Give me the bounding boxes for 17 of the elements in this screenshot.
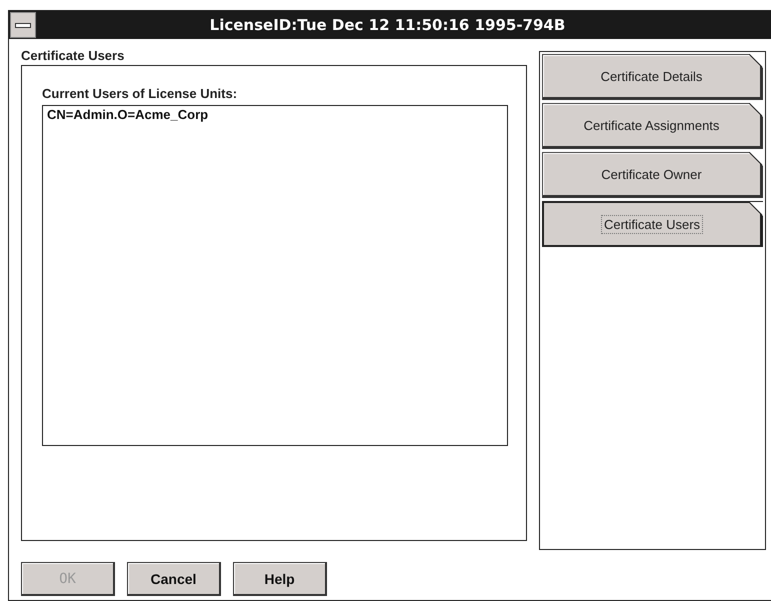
- page-button[interactable]: Certificate Users: [542, 201, 763, 247]
- page-button[interactable]: Certificate Details: [542, 54, 763, 100]
- page-button[interactable]: Certificate Assignments: [542, 103, 763, 149]
- list-item[interactable]: CN=Admin.O=Acme_Corp: [47, 107, 503, 122]
- folded-corner-icon: [749, 152, 763, 166]
- dialog-button[interactable]: Cancel: [127, 562, 221, 596]
- panel-title: Certificate Users: [21, 47, 126, 65]
- window-title: LicenseID:Tue Dec 12 11:50:16 1995-794B: [208, 15, 566, 36]
- folded-corner-icon: [749, 103, 763, 117]
- system-menu-button[interactable]: [10, 12, 36, 38]
- folded-corner-icon: [749, 202, 763, 216]
- user-list[interactable]: CN=Admin.O=Acme_Corp: [42, 105, 508, 446]
- folded-corner-icon: [749, 54, 763, 68]
- dialog-button[interactable]: Help: [233, 562, 327, 596]
- page-button[interactable]: Certificate Owner: [542, 152, 763, 198]
- list-label: Current Users of License Units:: [42, 86, 238, 101]
- minus-icon: [15, 22, 31, 28]
